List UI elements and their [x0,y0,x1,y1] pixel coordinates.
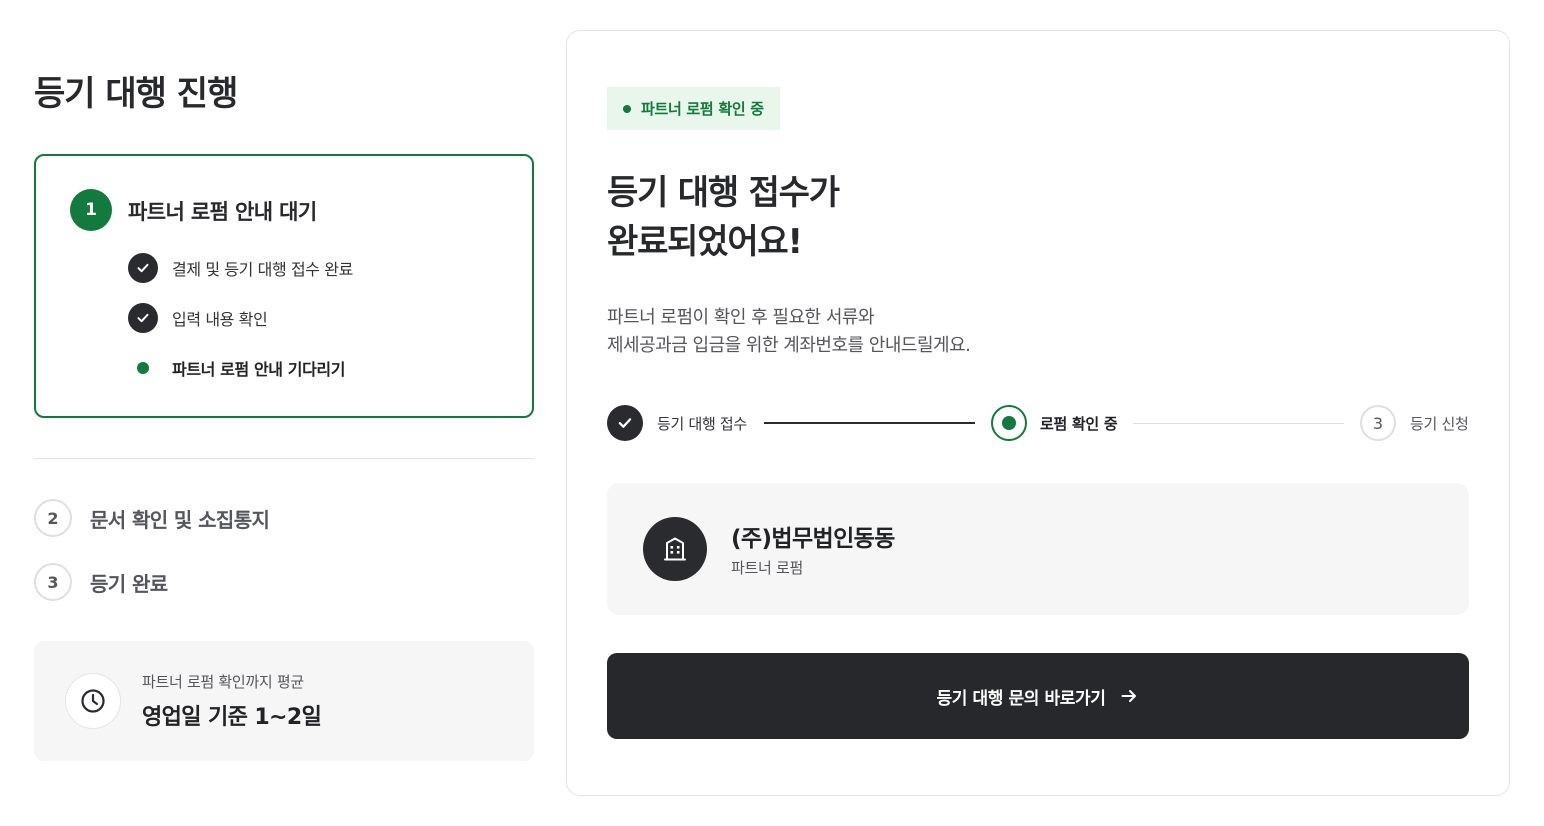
building-icon [643,517,707,581]
step-item-2: 2 문서 확인 및 소집통지 [34,499,270,537]
sub-step-item: 결제 및 등기 대행 접수 완료 [128,253,353,283]
average-label: 파트너 로펌 확인까지 평균 [142,673,304,691]
step-title: 등기 완료 [90,571,168,596]
clock-icon [65,673,121,729]
inquiry-button-label: 등기 대행 문의 바로가기 [936,688,1106,709]
description-line: 제세공과금 입금을 위한 계좌번호를 안내드릴게요. [607,335,971,356]
headline-line: 완료되었어요! [607,222,803,262]
average-time-box: 파트너 로펌 확인까지 평균 영업일 기준 1~2일 [34,641,534,761]
sub-step-item-current: 파트너 로펌 안내 기다리기 [128,353,345,383]
sub-step-label: 결제 및 등기 대행 접수 완료 [172,260,353,279]
current-dot-icon [128,353,158,383]
progress-step-label: 등기 대행 접수 [657,415,747,433]
status-panel: 파트너 로펌 확인 중 등기 대행 접수가 완료되었어요! 파트너 로펌이 확인… [566,30,1510,796]
sub-step-item: 입력 내용 확인 [128,303,268,333]
arrow-right-icon [1119,686,1139,706]
active-step-title: 파트너 로펌 안내 대기 [128,200,317,224]
inquiry-shortcut-button[interactable]: 등기 대행 문의 바로가기 [607,653,1469,739]
step-number-badge: 2 [34,499,72,537]
page-title: 등기 대행 진행 [34,74,238,114]
step-number-badge: 3 [34,563,72,601]
step-item-3: 3 등기 완료 [34,563,168,601]
average-value: 영업일 기준 1~2일 [142,705,322,730]
partner-role: 파트너 로펌 [731,559,803,577]
headline: 등기 대행 접수가 완료되었어요! [607,169,840,267]
headline-line: 등기 대행 접수가 [607,173,840,213]
progress-step-label: 등기 신청 [1410,415,1469,433]
current-step-icon [991,405,1027,441]
active-step-card: 1 파트너 로펌 안내 대기 결제 및 등기 대행 접수 완료 입력 내용 확인… [34,154,534,418]
progress-step-number: 3 [1360,405,1396,441]
status-badge: 파트너 로펌 확인 중 [607,87,780,130]
sub-step-label: 입력 내용 확인 [172,310,268,329]
description-line: 파트너 로펌이 확인 후 필요한 서류와 [607,307,875,328]
step-number-badge: 1 [70,189,112,231]
progress-step-label-current: 로펌 확인 중 [1040,415,1118,433]
progress-line-complete [764,422,975,424]
description: 파트너 로펌이 확인 후 필요한 서류와 제세공과금 입금을 위한 계좌번호를 … [607,304,971,360]
check-icon [128,253,158,283]
step-title: 문서 확인 및 소집통지 [90,507,270,532]
check-icon [128,303,158,333]
status-badge-label: 파트너 로펌 확인 중 [641,100,764,118]
partner-name: (주)법무법인동동 [731,526,895,552]
progress-line-pending [1133,423,1344,424]
progress-tracker: 등기 대행 접수 로펌 확인 중 3 등기 신청 [607,405,1469,441]
divider [34,458,534,459]
partner-card: (주)법무법인동동 파트너 로펌 [607,483,1469,615]
status-dot-icon [623,104,631,113]
sub-step-label: 파트너 로펌 안내 기다리기 [172,360,346,379]
check-icon [607,405,643,441]
